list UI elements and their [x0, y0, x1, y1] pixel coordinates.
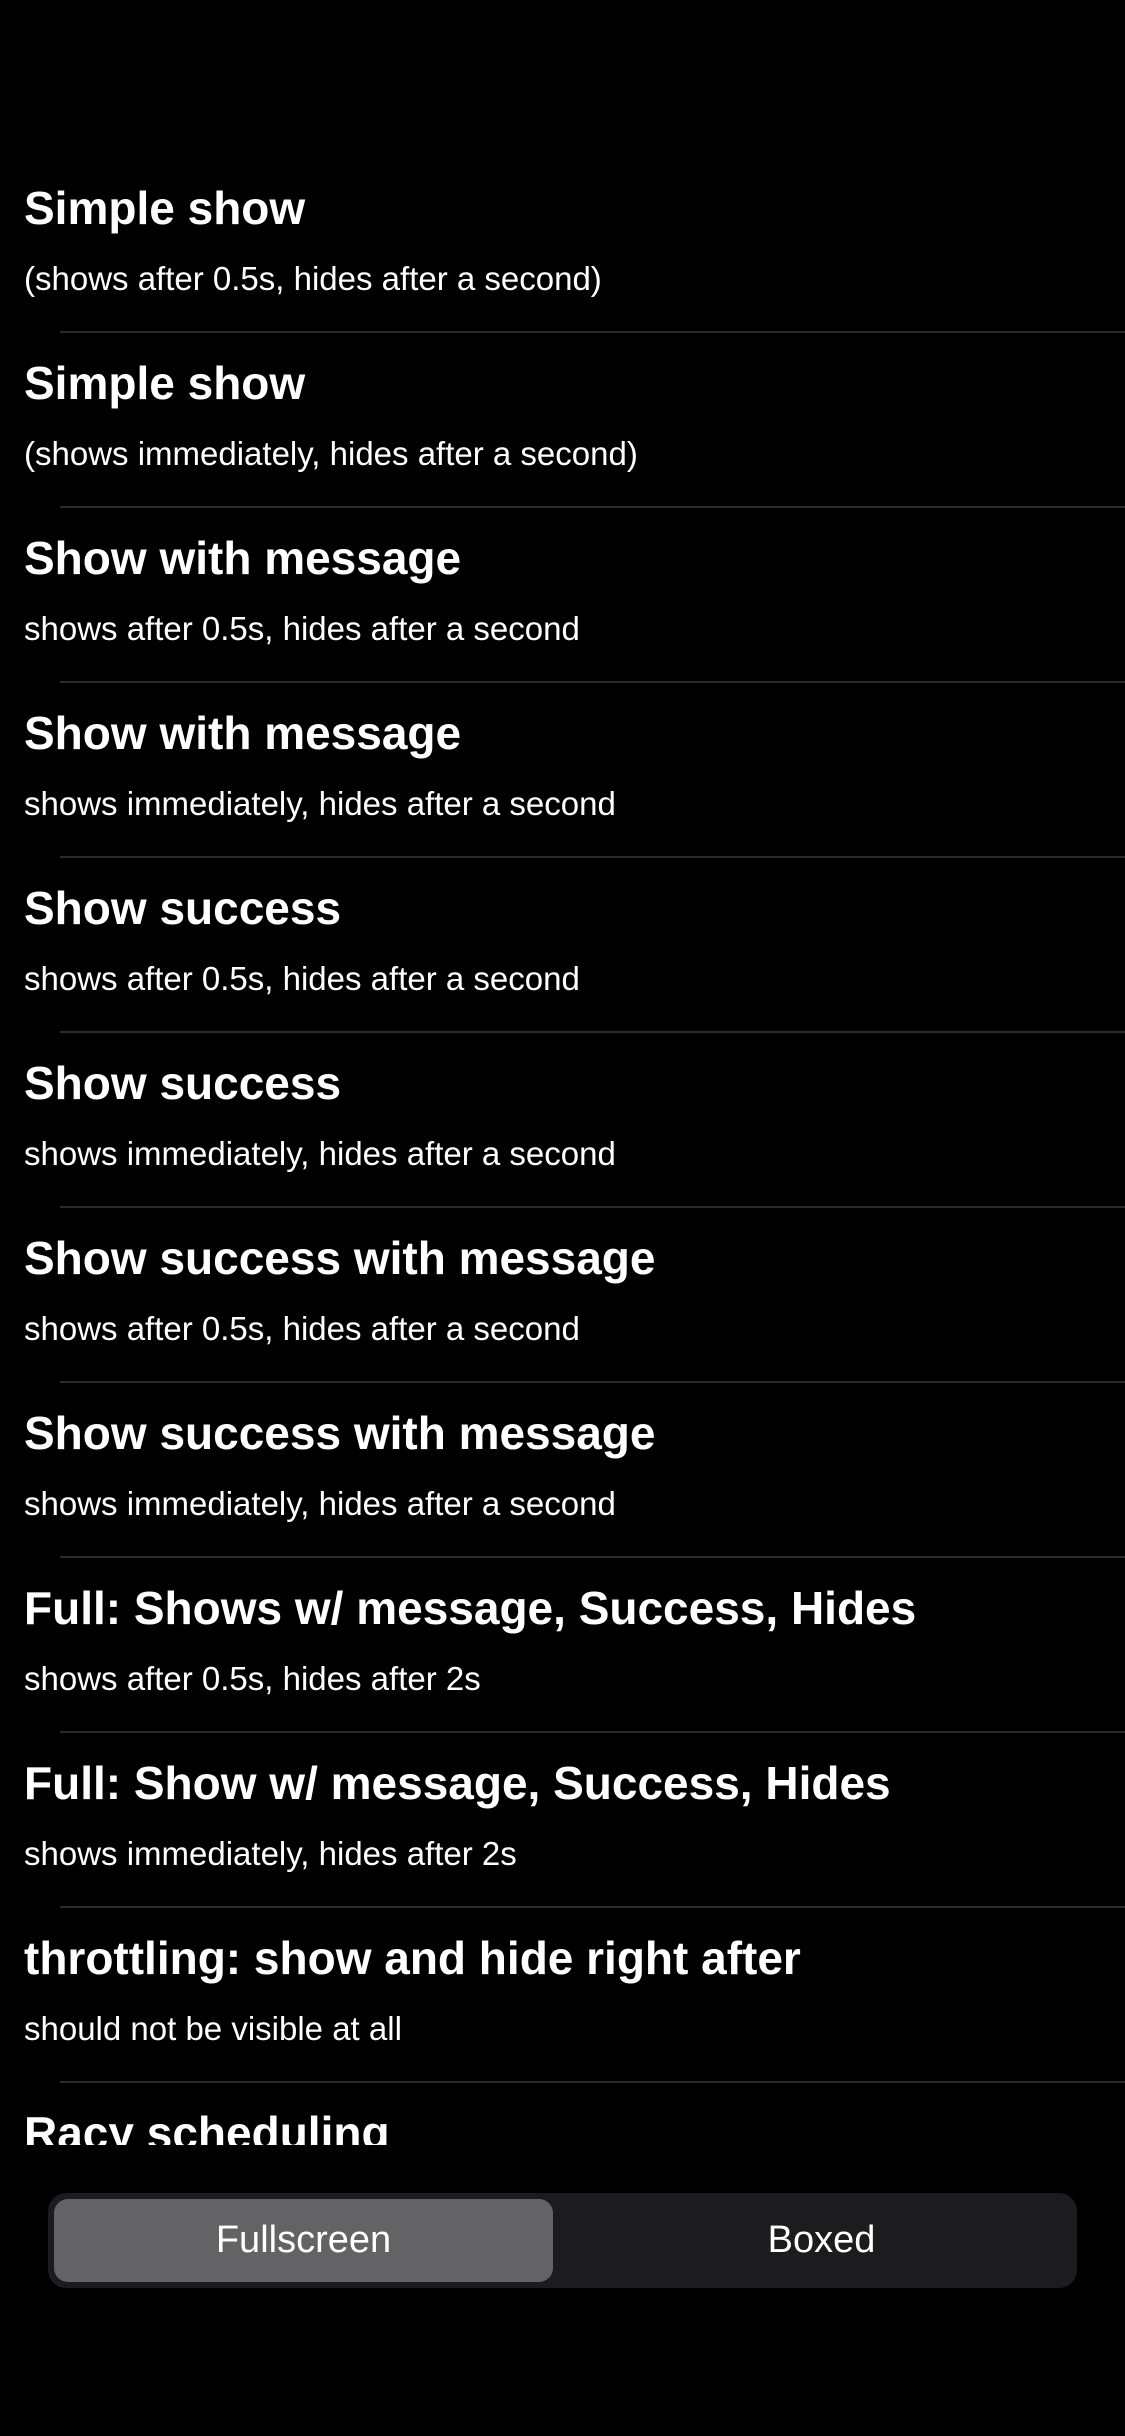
- row-subtitle: shows after 0.5s, hides after a second: [24, 960, 580, 997]
- row-title: Simple show: [24, 182, 306, 234]
- row-title: Show success with message: [24, 1407, 656, 1459]
- row-title: Show success: [24, 882, 342, 934]
- row-subtitle: shows immediately, hides after 2s: [24, 1835, 517, 1872]
- row-title: Full: Shows w/ message, Success, Hides: [24, 1582, 917, 1634]
- row-subtitle: shows after 0.5s, hides after 2s: [24, 1660, 481, 1697]
- row-subtitle: shows immediately, hides after a second: [24, 1485, 616, 1522]
- row-subtitle: should not be visible at all: [24, 2010, 402, 2047]
- list-item[interactable]: Show success with message shows after 0.…: [0, 1208, 1125, 1383]
- row-title: throttling: show and hide right after: [24, 1932, 801, 1984]
- mode-segmented-control[interactable]: Fullscreen Boxed: [48, 2193, 1077, 2288]
- list-item[interactable]: Full: Show w/ message, Success, Hides sh…: [0, 1733, 1125, 1908]
- list-item[interactable]: Simple show (shows immediately, hides af…: [0, 333, 1125, 508]
- row-title: Show success with message: [24, 1232, 656, 1284]
- row-title: Racy scheduling: [24, 2107, 390, 2145]
- list-item[interactable]: Racy scheduling: [0, 2083, 1125, 2145]
- list-item[interactable]: Full: Shows w/ message, Success, Hides s…: [0, 1558, 1125, 1733]
- row-title: Show with message: [24, 532, 462, 584]
- row-title: Show success: [24, 1057, 342, 1109]
- row-subtitle: shows immediately, hides after a second: [24, 785, 616, 822]
- demo-list: Simple show (shows after 0.5s, hides aft…: [0, 0, 1125, 2145]
- row-title: Simple show: [24, 357, 306, 409]
- row-title: Show with message: [24, 707, 462, 759]
- row-subtitle: shows after 0.5s, hides after a second: [24, 610, 580, 647]
- list-item[interactable]: Show with message shows immediately, hid…: [0, 683, 1125, 858]
- list-item[interactable]: Show success shows after 0.5s, hides aft…: [0, 858, 1125, 1033]
- list-item[interactable]: Show with message shows after 0.5s, hide…: [0, 508, 1125, 683]
- list-item[interactable]: Simple show (shows after 0.5s, hides aft…: [0, 158, 1125, 333]
- segment-fullscreen[interactable]: Fullscreen: [54, 2199, 553, 2282]
- segment-boxed[interactable]: Boxed: [572, 2199, 1071, 2282]
- row-subtitle: shows after 0.5s, hides after a second: [24, 1310, 580, 1347]
- list-item[interactable]: Show success shows immediately, hides af…: [0, 1033, 1125, 1208]
- row-subtitle: (shows after 0.5s, hides after a second): [24, 260, 602, 297]
- row-subtitle: shows immediately, hides after a second: [24, 1135, 616, 1172]
- row-title: Full: Show w/ message, Success, Hides: [24, 1757, 891, 1809]
- list-item[interactable]: Show success with message shows immediat…: [0, 1383, 1125, 1558]
- list-item[interactable]: throttling: show and hide right after sh…: [0, 1908, 1125, 2083]
- row-subtitle: (shows immediately, hides after a second…: [24, 435, 638, 472]
